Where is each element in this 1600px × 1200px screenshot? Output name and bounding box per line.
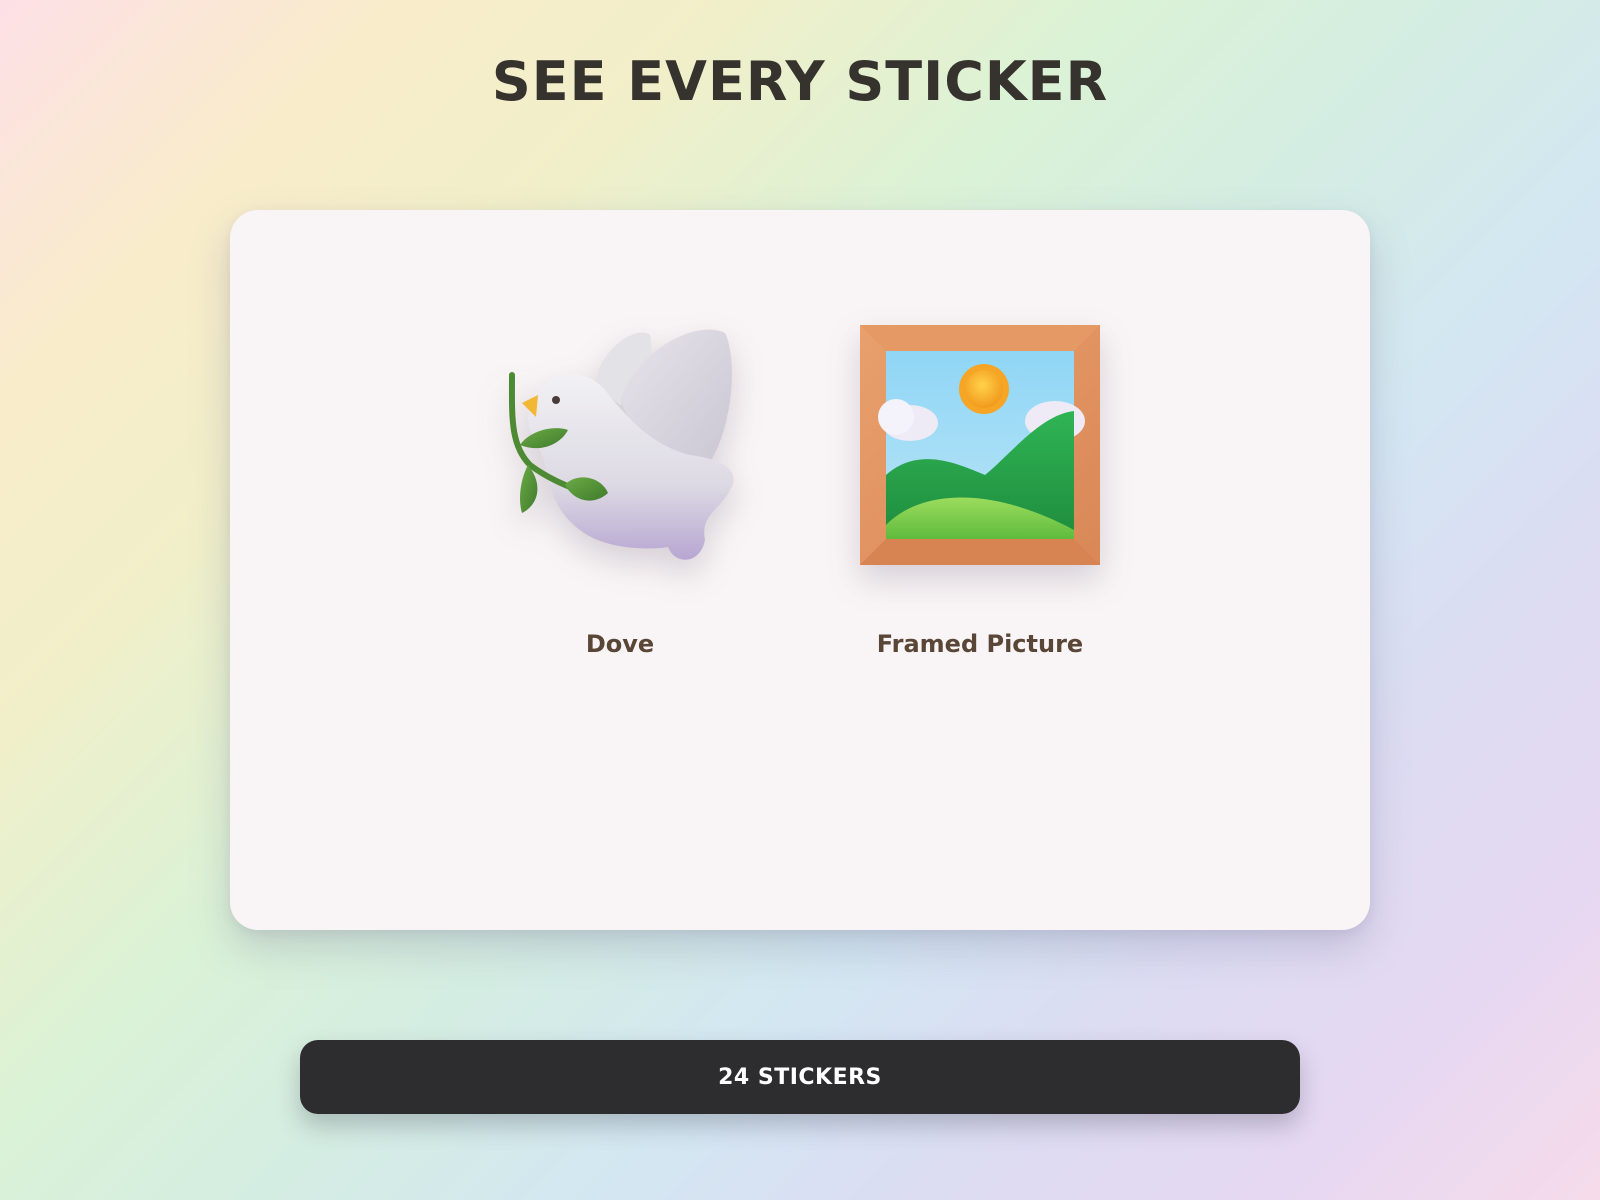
sticker-gallery-panel: Dove Framed Picture <box>230 210 1370 930</box>
sticker-card-framed-picture[interactable]: Framed Picture <box>830 210 1130 690</box>
framed-picture-icon <box>860 325 1100 565</box>
sticker-card-dove[interactable]: Dove <box>470 210 770 690</box>
sticker-label: Dove <box>585 630 655 658</box>
dove-icon <box>508 329 734 560</box>
page-title: SEE EVERY STICKER <box>491 50 1109 113</box>
sticker-label: Framed Picture <box>876 630 1084 658</box>
sticker-count-button[interactable]: 24 STICKERS <box>300 1040 1300 1114</box>
